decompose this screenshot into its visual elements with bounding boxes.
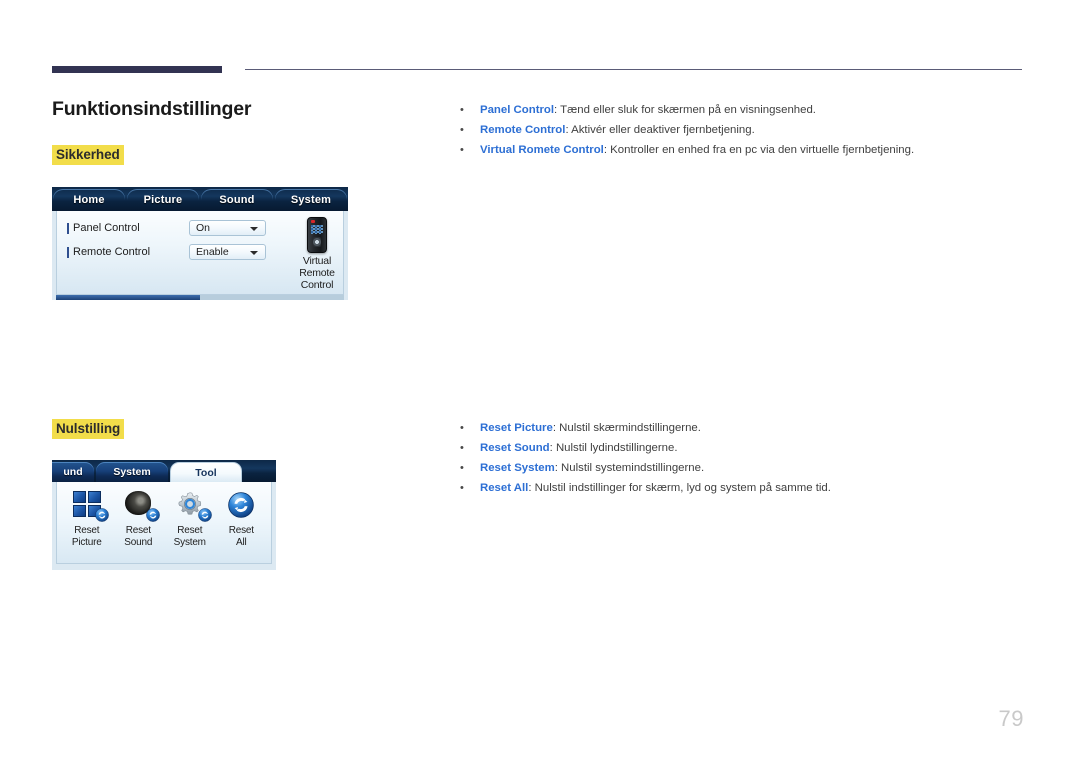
osd-item-label-line2: Picture <box>71 536 102 548</box>
bullet-term: Reset Picture <box>480 422 553 434</box>
page-number: 79 <box>998 706 1024 731</box>
bullet-list-sikkerhed: Panel Control: Tænd eller sluk for skærm… <box>458 100 1018 160</box>
chevron-down-icon <box>250 227 258 231</box>
dpad-icon <box>313 237 321 247</box>
refresh-badge-icon <box>197 508 212 522</box>
osd-tab-bar: Home Picture Sound System <box>52 187 348 211</box>
keypad-icon <box>311 225 323 234</box>
bullet-term: Reset All <box>480 482 529 494</box>
osd-virtual-remote-control[interactable]: Virtual Remote Control <box>285 217 348 291</box>
list-item: Reset All: Nulstil indstillinger for skæ… <box>458 478 1018 498</box>
bullet-mark-icon <box>67 222 69 234</box>
chevron-down-icon <box>250 251 258 255</box>
bullet-term: Panel Control <box>480 104 555 116</box>
bullet-desc: : Nulstil indstillinger for skærm, lyd o… <box>528 482 831 494</box>
refresh-badge-icon <box>146 508 160 522</box>
refresh-badge-icon <box>94 508 109 522</box>
reset-system-icon <box>164 489 216 523</box>
bullet-desc: : Nulstil lydindstillingerne. <box>549 442 678 454</box>
power-button-icon <box>311 220 315 223</box>
osd-row-panel-control: Panel Control <box>67 222 140 234</box>
osd-item-label-line1: Reset <box>177 525 203 536</box>
bullet-desc: : Nulstil skærmindstillingerne. <box>552 422 701 434</box>
list-item: Virtual Romete Control: Kontroller en en… <box>458 140 1018 160</box>
bullet-desc: : Aktivér eller deaktiver fjernbetjening… <box>565 124 755 136</box>
osd-tab-system[interactable]: System <box>96 462 168 482</box>
header-rule-thin <box>245 69 1022 71</box>
osd-item-reset-picture[interactable]: Reset Picture <box>61 489 113 548</box>
remote-control-icon <box>307 217 327 253</box>
list-item: Reset Sound: Nulstil lydindstillingerne. <box>458 438 1018 458</box>
osd-scrollbar[interactable] <box>56 295 344 300</box>
reset-all-icon <box>216 489 268 523</box>
osd-item-reset-all[interactable]: Reset All <box>216 489 268 548</box>
osd-label-panel-control: Panel Control <box>73 222 140 234</box>
osd-body: Reset Picture Reset Sound Reset System R… <box>56 482 272 564</box>
osd-label-remote-control: Remote Control <box>73 246 151 258</box>
section-heading-sikkerhed: Sikkerhed <box>52 145 124 165</box>
bullet-term: Remote Control <box>480 124 566 136</box>
reset-picture-icon <box>61 489 113 523</box>
bullet-desc: : Tænd eller sluk for skærmen på en visn… <box>554 104 816 116</box>
osd-tab-sound[interactable]: Sound <box>201 189 273 211</box>
refresh-circle-icon <box>228 492 255 518</box>
bullet-mark-icon <box>67 246 69 258</box>
osd-body: Panel Control Remote Control On Enable V… <box>56 211 344 295</box>
bullet-list-nulstilling: Reset Picture: Nulstil skærmindstillinge… <box>458 418 1018 498</box>
osd-tab-system[interactable]: System <box>275 189 347 211</box>
osd-screenshot-reset: und System Tool Reset Picture Reset Soun… <box>52 460 276 570</box>
osd-item-label-line2: System <box>173 536 206 548</box>
reset-sound-icon <box>113 489 165 523</box>
bullet-term: Virtual Romete Control <box>480 144 604 156</box>
osd-item-label-line1: Reset <box>228 525 254 536</box>
osd-item-reset-system[interactable]: Reset System <box>164 489 216 548</box>
bullet-term: Reset System <box>480 462 555 474</box>
osd-item-label-line2: Sound <box>124 536 153 548</box>
osd-tab-tool[interactable]: Tool <box>170 462 242 482</box>
osd-tab-sound-partial[interactable]: und <box>52 462 94 482</box>
osd-row-remote-control: Remote Control <box>67 246 150 258</box>
bullet-term: Reset Sound <box>480 442 550 454</box>
osd-select-value: On <box>196 222 211 234</box>
bullet-desc: : Nulstil systemindstillingerne. <box>554 462 705 474</box>
osd-tab-picture[interactable]: Picture <box>127 189 199 211</box>
osd-item-label-line2: All <box>235 536 247 548</box>
osd-tab-bar: und System Tool <box>52 460 276 482</box>
osd-select-remote-control[interactable]: Enable <box>189 244 266 260</box>
list-item: Reset System: Nulstil systemindstillinge… <box>458 458 1018 478</box>
header-rule-thick <box>52 66 222 73</box>
osd-select-panel-control[interactable]: On <box>189 220 266 236</box>
page-title: Funktionsindstillinger <box>52 98 252 120</box>
osd-select-value: Enable <box>196 246 229 258</box>
osd-item-label-line1: Reset <box>125 525 151 536</box>
list-item: Panel Control: Tænd eller sluk for skærm… <box>458 100 1018 120</box>
bullet-desc: : Kontroller en enhed fra en pc via den … <box>603 144 915 156</box>
list-item: Remote Control: Aktivér eller deaktiver … <box>458 120 1018 140</box>
osd-item-reset-sound[interactable]: Reset Sound <box>113 489 165 548</box>
osd-tab-home[interactable]: Home <box>53 189 125 211</box>
osd-item-label-line1: Reset <box>74 525 100 536</box>
virtual-remote-caption-line2: Control <box>300 279 334 291</box>
osd-scrollbar-thumb[interactable] <box>56 295 200 300</box>
virtual-remote-caption-line1: Virtual Remote <box>299 255 335 279</box>
section-heading-nulstilling: Nulstilling <box>52 419 125 439</box>
list-item: Reset Picture: Nulstil skærmindstillinge… <box>458 418 1018 438</box>
osd-screenshot-security: Home Picture Sound System Panel Control … <box>52 187 348 300</box>
